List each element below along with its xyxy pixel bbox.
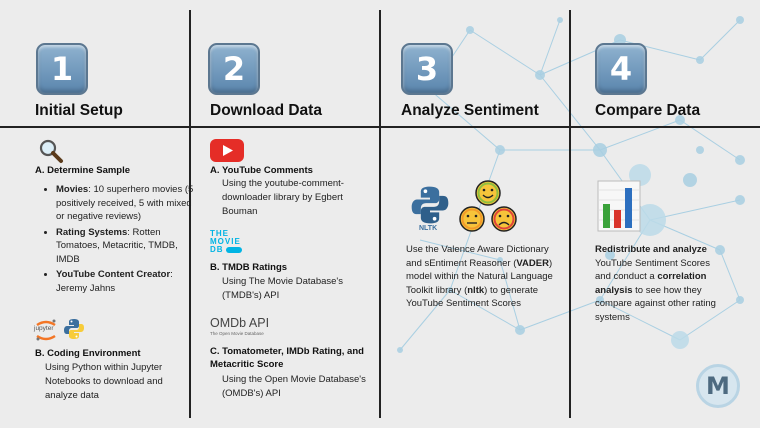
list-item: YouTube Content Creator: Jeremy Jahns — [56, 268, 196, 295]
step-2-title: Download Data — [210, 102, 322, 119]
compare-data-text: Redistribute and analyze YouTube Sentime… — [595, 244, 716, 323]
omdb-text: Using the Open Movie Database's (OMDB's)… — [222, 374, 366, 399]
tmdb-ratings-text: Using The Movie Database's (TMDB's) API — [222, 276, 343, 301]
step-1-title: Initial Setup — [35, 102, 123, 119]
step-1-column: 1 Initial Setup A. Determine Sample Movi… — [0, 0, 193, 428]
step-1-number-badge: 1 — [36, 43, 88, 95]
tmdb-logo-pill — [225, 247, 242, 253]
step-4-column: 4 Compare Data Redistribute and analyze … — [571, 0, 760, 428]
omdb-heading: C. Tomatometer, IMDb Rating, and Metacri… — [210, 346, 364, 370]
magnifying-glass-icon — [39, 139, 63, 163]
omdb-logo-text: OMDb API — [210, 316, 270, 330]
analyze-sentiment-text: Use the Valence Aware Dictionary and sEn… — [406, 244, 553, 309]
brand-logo-icon: M — [696, 364, 740, 408]
youtube-logo-icon — [210, 139, 244, 162]
step-2-column: 2 Download Data A. YouTube Comments Usin… — [191, 0, 379, 428]
list-item: Rating Systems: Rotten Tomatoes, Metacri… — [56, 226, 196, 267]
tmdb-logo-line: DB — [210, 245, 224, 254]
nltk-logo-icon: NLTK — [408, 183, 452, 235]
sample-list: Movies: 10 superhero movies (5 positivel… — [42, 183, 196, 297]
step-3-column: 3 Analyze Sentiment NLTK Use the Valence… — [381, 0, 569, 428]
step-3-title: Analyze Sentiment — [401, 102, 539, 119]
step-3-number-badge: 3 — [401, 43, 453, 95]
step-4-number-badge: 4 — [595, 43, 647, 95]
sentiment-faces-icon — [459, 180, 517, 232]
tmdb-ratings-heading: B. TMDB Ratings — [210, 262, 288, 273]
coding-environment-heading: B. Coding Environment — [35, 348, 141, 359]
jupyter-logo-icon: jupyter — [34, 318, 58, 342]
omdb-logo-icon: OMDb API The Open Movie Database — [210, 316, 269, 336]
jupyter-label: jupyter — [34, 325, 54, 332]
nltk-label: NLTK — [419, 225, 438, 232]
list-item: Movies: 10 superhero movies (5 positivel… — [56, 183, 196, 224]
youtube-comments-text: Using the youtube-comment-downloader lib… — [222, 178, 344, 217]
determine-sample-heading: A. Determine Sample — [35, 165, 131, 176]
bar-chart-icon — [597, 180, 641, 232]
step-2-number-badge: 2 — [208, 43, 260, 95]
omdb-tagline: The Open Movie Database — [210, 331, 264, 336]
coding-environment-text: Using Python within Jupyter Notebooks to… — [45, 362, 163, 401]
step-4-title: Compare Data — [595, 102, 701, 119]
youtube-comments-heading: A. YouTube Comments — [210, 165, 313, 176]
python-logo-icon — [64, 319, 84, 339]
tmdb-logo-icon: THE MOVIE DB — [210, 230, 250, 254]
